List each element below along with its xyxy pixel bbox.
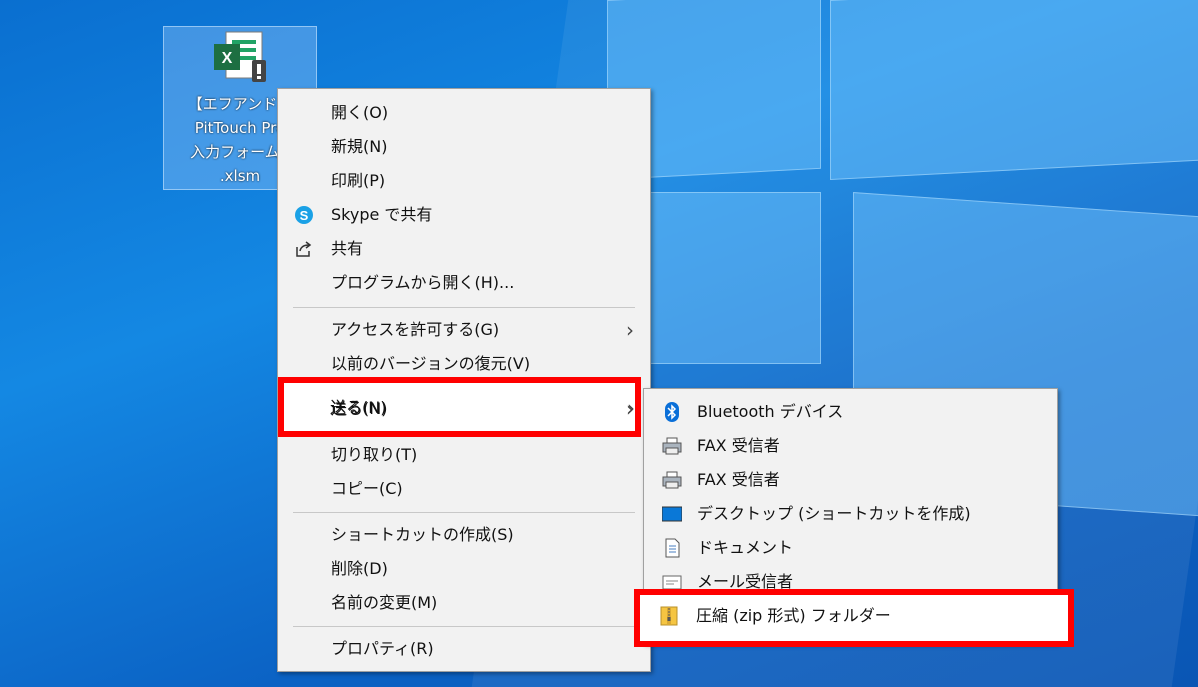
windows-logo-pane [830, 0, 1198, 181]
menu-item-label: 切り取り(T) [331, 445, 418, 464]
svg-text:X: X [222, 50, 233, 67]
red-highlight-box [278, 377, 641, 437]
menu-item-delete[interactable]: 削除(D) [278, 552, 650, 586]
menu-item-open[interactable]: 開く(O) [278, 96, 650, 130]
fax-icon [662, 437, 682, 455]
submenu-item-label: デスクトップ (ショートカットを作成) [697, 504, 971, 523]
submenu-item-documents[interactable]: ドキュメント [644, 531, 1057, 565]
submenu-item-fax[interactable]: FAX 受信者 [644, 463, 1057, 497]
menu-item-label: 削除(D) [331, 559, 388, 578]
menu-separator [293, 307, 635, 308]
menu-item-properties[interactable]: プロパティ(R) [278, 632, 650, 666]
menu-item-restore-versions[interactable]: 以前のバージョンの復元(V) [278, 347, 650, 381]
excel-file-icon: X [214, 31, 266, 82]
menu-separator [293, 626, 635, 627]
desktop-icon [662, 506, 682, 522]
skype-icon: S [295, 206, 313, 224]
menu-item-copy[interactable]: コピー(C) [278, 472, 650, 506]
menu-item-cut[interactable]: 切り取り(T) [278, 438, 650, 472]
submenu-item-label: FAX 受信者 [697, 436, 780, 455]
svg-text:S: S [300, 208, 309, 223]
share-icon [296, 241, 312, 257]
bluetooth-icon [665, 402, 679, 422]
menu-item-give-access[interactable]: アクセスを許可する(G) › [278, 313, 650, 347]
submenu-item-label: Bluetooth デバイス [697, 402, 844, 421]
menu-item-label: 開く(O) [331, 103, 389, 122]
menu-item-label: プログラムから開く(H)... [331, 273, 515, 292]
menu-item-label: 新規(N) [331, 137, 388, 156]
chevron-right-icon: › [626, 318, 634, 342]
menu-item-skype-share[interactable]: S Skype で共有 [278, 198, 650, 232]
menu-item-new[interactable]: 新規(N) [278, 130, 650, 164]
menu-item-label: ショートカットの作成(S) [331, 525, 514, 544]
menu-separator [293, 512, 635, 513]
submenu-item-desktop[interactable]: デスクトップ (ショートカットを作成) [644, 497, 1057, 531]
menu-item-label: アクセスを許可する(G) [331, 320, 500, 339]
menu-item-rename[interactable]: 名前の変更(M) [278, 586, 650, 620]
menu-item-label: 印刷(P) [331, 171, 386, 190]
submenu-item-fax[interactable]: FAX 受信者 [644, 429, 1057, 463]
menu-item-open-with[interactable]: プログラムから開く(H)... [278, 266, 650, 300]
fax-icon [662, 471, 682, 489]
menu-item-label: プロパティ(R) [331, 639, 434, 658]
menu-item-label: 名前の変更(M) [331, 593, 438, 612]
menu-item-print[interactable]: 印刷(P) [278, 164, 650, 198]
submenu-item-label: ドキュメント [697, 538, 794, 557]
menu-item-label: コピー(C) [331, 479, 403, 498]
menu-item-label: 共有 [331, 239, 364, 258]
red-highlight-box [634, 589, 1074, 647]
menu-item-create-shortcut[interactable]: ショートカットの作成(S) [278, 518, 650, 552]
menu-item-label: Skype で共有 [331, 205, 433, 224]
menu-item-label: 以前のバージョンの復元(V) [331, 354, 531, 373]
submenu-item-bluetooth[interactable]: Bluetooth デバイス [644, 395, 1057, 429]
menu-item-share[interactable]: 共有 [278, 232, 650, 266]
document-icon [665, 538, 680, 558]
submenu-item-label: FAX 受信者 [697, 470, 780, 489]
